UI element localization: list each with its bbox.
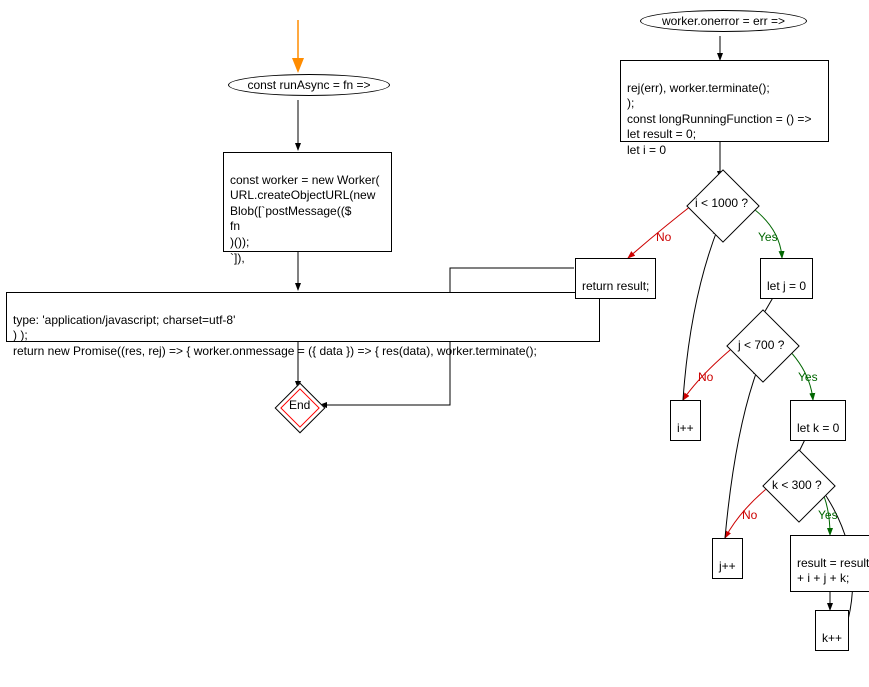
label: i++ <box>677 421 694 435</box>
label: result = result + i + j + k; <box>797 556 869 586</box>
node-result-accum: result = result + i + j + k; <box>790 535 869 592</box>
label: type: 'application/javascript; charset=u… <box>13 313 537 358</box>
node-promise-return: type: 'application/javascript; charset=u… <box>6 292 600 342</box>
label: const runAsync = fn => <box>247 78 370 92</box>
node-return-result: return result; <box>575 258 656 299</box>
decision-i-label: i < 1000 ? <box>695 196 748 210</box>
edge-yes-i: Yes <box>758 230 778 244</box>
decision-k-label: k < 300 ? <box>772 478 822 492</box>
node-worker-onerror: worker.onerror = err => <box>640 10 807 32</box>
label: return result; <box>582 279 649 293</box>
label: k++ <box>822 631 842 645</box>
edge-no-j: No <box>698 370 713 384</box>
node-worker-create: const worker = new Worker( URL.createObj… <box>223 152 392 252</box>
edge-no-k: No <box>742 508 757 522</box>
label: let j = 0 <box>767 279 806 293</box>
node-run-async: const runAsync = fn => <box>228 74 390 96</box>
edge-yes-k: Yes <box>818 508 838 522</box>
label: let k = 0 <box>797 421 839 435</box>
edge-no-i: No <box>656 230 671 244</box>
label: rej(err), worker.terminate(); ); const l… <box>627 81 811 157</box>
end-label: End <box>289 398 310 412</box>
edge-yes-j: Yes <box>798 370 818 384</box>
node-i-inc: i++ <box>670 400 701 441</box>
label: j++ <box>719 559 736 573</box>
node-let-j: let j = 0 <box>760 258 813 299</box>
node-let-k: let k = 0 <box>790 400 846 441</box>
node-j-inc: j++ <box>712 538 743 579</box>
label: const worker = new Worker( URL.createObj… <box>230 173 380 265</box>
node-k-inc: k++ <box>815 610 849 651</box>
decision-j-label: j < 700 ? <box>738 338 784 352</box>
label: worker.onerror = err => <box>662 14 785 28</box>
node-reject-terminate: rej(err), worker.terminate(); ); const l… <box>620 60 829 142</box>
